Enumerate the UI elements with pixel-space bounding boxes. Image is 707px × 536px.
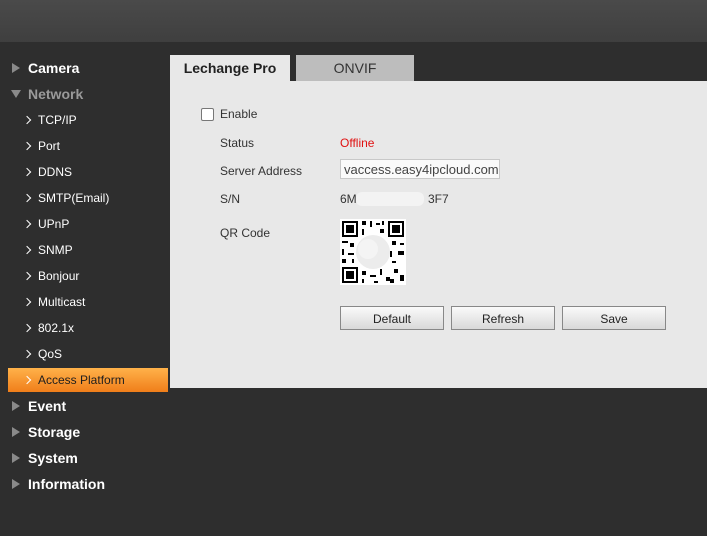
settings-panel: Enable Status Offline Server Address vac… bbox=[170, 81, 707, 388]
nav-qos[interactable]: QoS bbox=[0, 341, 170, 367]
nav-network-label: Network bbox=[28, 86, 84, 102]
chevron-right-icon bbox=[22, 115, 32, 125]
nav-port[interactable]: Port bbox=[0, 133, 170, 159]
nav-system[interactable]: System bbox=[0, 445, 170, 471]
sn-value-suffix: 3F7 bbox=[428, 192, 449, 206]
server-address-label: Server Address bbox=[220, 164, 303, 178]
nav-network[interactable]: Network bbox=[0, 81, 170, 107]
chevron-right-icon bbox=[22, 219, 32, 229]
chevron-right-icon bbox=[22, 271, 32, 281]
nav-multicast[interactable]: Multicast bbox=[0, 289, 170, 315]
collapsed-arrow-icon bbox=[12, 427, 20, 437]
nav-8021x-label: 802.1x bbox=[38, 321, 75, 335]
sidebar: Camera Network TCP/IP Port DDNS SMTP(Ema… bbox=[0, 42, 170, 536]
sn-label: S/N bbox=[220, 192, 241, 206]
nav-tcpip[interactable]: TCP/IP bbox=[0, 107, 170, 133]
chevron-right-icon bbox=[22, 297, 32, 307]
nav-smtp-label: SMTP(Email) bbox=[38, 191, 110, 205]
nav-upnp-label: UPnP bbox=[38, 217, 70, 231]
nav-access-platform[interactable]: Access Platform bbox=[8, 368, 168, 392]
nav-snmp-label: SNMP bbox=[38, 243, 73, 257]
collapsed-arrow-icon bbox=[12, 479, 20, 489]
tab-lechange-pro[interactable]: Lechange Pro bbox=[170, 55, 290, 81]
nav-camera-label: Camera bbox=[28, 60, 80, 76]
qr-code-label: QR Code bbox=[220, 226, 271, 240]
chevron-right-icon bbox=[22, 323, 32, 333]
nav-upnp[interactable]: UPnP bbox=[0, 211, 170, 237]
nav-port-label: Port bbox=[38, 139, 61, 153]
nav-information[interactable]: Information bbox=[0, 471, 170, 497]
nav-bonjour[interactable]: Bonjour bbox=[0, 263, 170, 289]
nav-smtp[interactable]: SMTP(Email) bbox=[0, 185, 170, 211]
chevron-right-icon bbox=[22, 193, 32, 203]
server-address-input[interactable]: vaccess.easy4ipcloud.com bbox=[340, 159, 500, 179]
refresh-button[interactable]: Refresh bbox=[451, 306, 555, 330]
sn-redaction bbox=[356, 192, 424, 206]
expanded-arrow-icon bbox=[11, 90, 21, 98]
sn-value-prefix: 6M bbox=[340, 192, 357, 206]
nav-tcpip-label: TCP/IP bbox=[38, 113, 77, 127]
nav-system-label: System bbox=[28, 450, 78, 466]
status-value: Offline bbox=[340, 136, 375, 150]
collapsed-arrow-icon bbox=[12, 453, 20, 463]
nav-ddns[interactable]: DDNS bbox=[0, 159, 170, 185]
qr-code-icon bbox=[340, 219, 406, 285]
enable-checkbox[interactable] bbox=[201, 108, 214, 121]
nav-snmp[interactable]: SNMP bbox=[0, 237, 170, 263]
nav-camera[interactable]: Camera bbox=[0, 55, 170, 81]
chevron-right-icon bbox=[22, 245, 32, 255]
chevron-right-icon bbox=[22, 167, 32, 177]
nav-event-label: Event bbox=[28, 398, 67, 414]
chevron-right-icon bbox=[22, 375, 32, 385]
status-label: Status bbox=[220, 136, 255, 150]
nav-8021x[interactable]: 802.1x bbox=[0, 315, 170, 341]
qr-code-image bbox=[340, 219, 406, 285]
nav-storage[interactable]: Storage bbox=[0, 419, 170, 445]
chevron-right-icon bbox=[22, 349, 32, 359]
save-button[interactable]: Save bbox=[562, 306, 666, 330]
nav-multicast-label: Multicast bbox=[38, 295, 86, 309]
nav-ddns-label: DDNS bbox=[38, 165, 73, 179]
nav-qos-label: QoS bbox=[38, 347, 63, 361]
nav-access-platform-label: Access Platform bbox=[38, 373, 125, 387]
nav-event[interactable]: Event bbox=[0, 393, 170, 419]
nav-bonjour-label: Bonjour bbox=[38, 269, 80, 283]
enable-label: Enable bbox=[220, 107, 258, 121]
default-button[interactable]: Default bbox=[340, 306, 444, 330]
tab-onvif[interactable]: ONVIF bbox=[296, 55, 414, 81]
collapsed-arrow-icon bbox=[12, 63, 20, 73]
chevron-right-icon bbox=[22, 141, 32, 151]
top-banner bbox=[0, 0, 707, 42]
collapsed-arrow-icon bbox=[12, 401, 20, 411]
nav-storage-label: Storage bbox=[28, 424, 81, 440]
nav-information-label: Information bbox=[28, 476, 105, 492]
